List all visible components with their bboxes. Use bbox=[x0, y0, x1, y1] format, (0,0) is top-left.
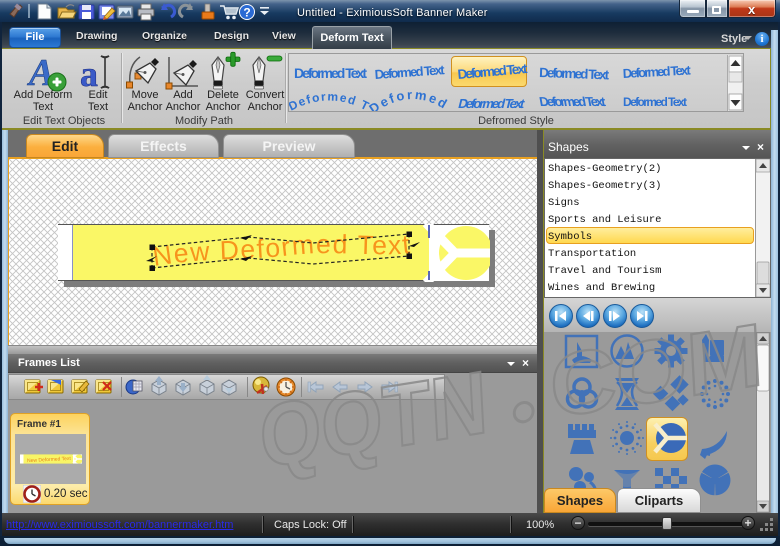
svg-text:Deformed Text: Deformed Text bbox=[622, 62, 691, 81]
svg-text:Deformed Te: Deformed Te bbox=[289, 54, 372, 111]
svg-text:Deformed Text: Deformed Text bbox=[457, 61, 529, 82]
svg-text:Deformed Text: Deformed Text bbox=[374, 62, 446, 82]
svg-text:Deformed Text: Deformed Text bbox=[538, 94, 607, 109]
svg-text:New Deformed Text: New Deformed Text bbox=[151, 229, 412, 272]
svg-text:Deformed Text: Deformed Text bbox=[623, 95, 687, 109]
svg-text:Deformed Text: Deformed Text bbox=[457, 96, 527, 111]
svg-text:Deformed Text: Deformed Text bbox=[539, 65, 610, 82]
svg-text:a: a bbox=[80, 54, 98, 94]
svg-text:Deformed Text: Deformed Text bbox=[294, 65, 367, 81]
svg-text:?: ? bbox=[243, 6, 250, 20]
